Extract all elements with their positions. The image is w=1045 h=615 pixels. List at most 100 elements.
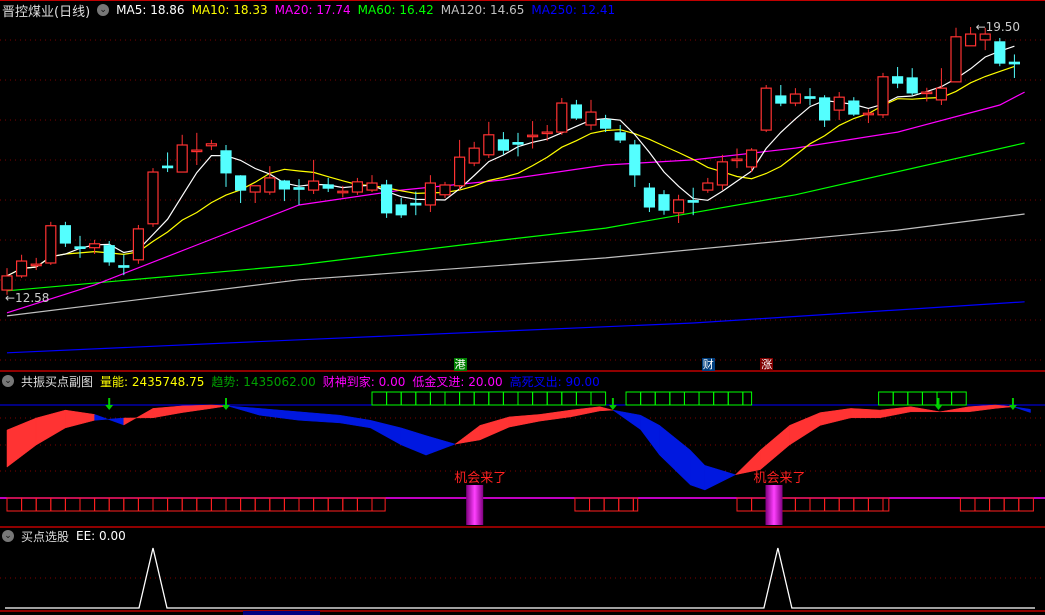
candle-body: [205, 143, 217, 147]
candle-body: [410, 202, 422, 206]
red-signal-box: [6, 497, 23, 512]
opportunity-label: 机会来了: [454, 471, 506, 486]
red-signal-box: [225, 497, 242, 512]
green-signal-box: [575, 391, 592, 406]
red-signal-box: [736, 497, 753, 512]
green-signal-box: [386, 391, 402, 406]
event-marker[interactable]: 财: [701, 358, 715, 371]
candle-body: [395, 204, 407, 216]
candle-body: [88, 243, 101, 249]
red-signal-box: [79, 497, 96, 512]
green-signal-box: [502, 391, 519, 406]
candle-body: [643, 187, 656, 208]
green-signal-box: [415, 391, 431, 406]
candle-body: [614, 132, 626, 141]
red-signal-box: [50, 497, 66, 512]
red-signal-box: [371, 497, 386, 512]
candle-body: [745, 149, 758, 168]
ribbon-blue: [259, 408, 300, 421]
green-signal-box: [546, 391, 563, 406]
candle-body: [585, 111, 597, 126]
candle-body: [103, 245, 115, 263]
ma250-line: [6, 301, 1025, 354]
red-signal-box: [181, 497, 198, 512]
ribbon-red: [479, 416, 510, 441]
candle-body: [672, 199, 685, 214]
red-signal-box: [589, 497, 605, 512]
candle-body: [191, 149, 203, 153]
ribbon-red: [879, 406, 911, 419]
candle-body: [424, 182, 436, 206]
green-arrow-icon: [222, 405, 230, 410]
candle-body: [994, 41, 1006, 64]
candle-body: [59, 225, 72, 244]
candle-body: [702, 182, 714, 191]
red-signal-box: [137, 497, 154, 512]
candle-body: [483, 134, 495, 156]
red-signal-box: [123, 497, 139, 512]
red-signal-box: [974, 497, 991, 512]
red-signal-box: [867, 497, 884, 512]
green-signal-box: [640, 391, 656, 406]
red-signal-box: [809, 497, 826, 512]
red-signal-box: [64, 497, 81, 512]
ribbon-blue: [370, 419, 402, 446]
ribbon-red: [939, 406, 970, 413]
ma60-line: [6, 142, 1025, 292]
red-signal-box: [618, 497, 634, 512]
green-signal-box: [669, 391, 685, 406]
candle-body: [775, 95, 787, 104]
candle-body: [526, 134, 539, 138]
candle-body: [308, 180, 320, 191]
scrollbar-thumb[interactable]: [243, 611, 320, 615]
ribbon-blue: [227, 405, 260, 416]
candle-body: [716, 161, 729, 186]
candle-body: [964, 33, 977, 47]
candle-body: [439, 184, 451, 196]
candle-body: [789, 93, 802, 104]
ribbon-blue: [612, 409, 641, 431]
green-signal-box: [907, 391, 923, 406]
ribbon-red: [539, 409, 571, 422]
candle-body: [220, 150, 232, 174]
candle-body: [541, 131, 553, 135]
ribbon-blue: [640, 414, 660, 456]
candle-body: [862, 112, 875, 116]
red-signal-box: [35, 497, 52, 512]
green-signal-box: [625, 391, 642, 406]
green-signal-box: [488, 391, 504, 406]
red-signal-box: [21, 497, 37, 512]
green-arrow-icon: [934, 405, 943, 410]
green-signal-box: [698, 391, 715, 406]
green-signal-box: [878, 391, 894, 406]
ma5-line: [6, 45, 1015, 277]
red-signal-box: [603, 497, 620, 512]
red-signal-box: [269, 497, 285, 512]
ribbon-blue: [704, 465, 737, 491]
candle-body: [760, 87, 772, 131]
red-signal-box: [108, 497, 125, 512]
red-signal-box: [210, 497, 227, 512]
candle-body: [891, 76, 904, 84]
green-signal-box: [561, 391, 577, 406]
candle-body: [162, 165, 174, 169]
candle-body: [147, 171, 159, 225]
candle-body: [1, 275, 13, 291]
candle-body: [454, 156, 466, 187]
candle-body: [497, 139, 509, 151]
candle-body: [687, 200, 699, 203]
kline-chart[interactable]: ←19.50 ←12.58 机会来了 机会来了: [0, 0, 1045, 615]
red-signal-box: [632, 497, 639, 512]
ribbon-red: [570, 406, 601, 418]
candle-body: [818, 97, 831, 121]
event-marker[interactable]: 港: [453, 358, 467, 371]
candle-body: [731, 158, 743, 162]
red-signal-box: [794, 497, 811, 512]
green-signal-box: [444, 391, 461, 406]
ribbon-red: [508, 414, 541, 428]
ribbon-red: [35, 409, 66, 446]
candle-body: [381, 184, 393, 214]
candle-body: [848, 100, 860, 115]
ribbon-red: [850, 408, 881, 419]
event-marker[interactable]: 涨: [760, 358, 774, 371]
